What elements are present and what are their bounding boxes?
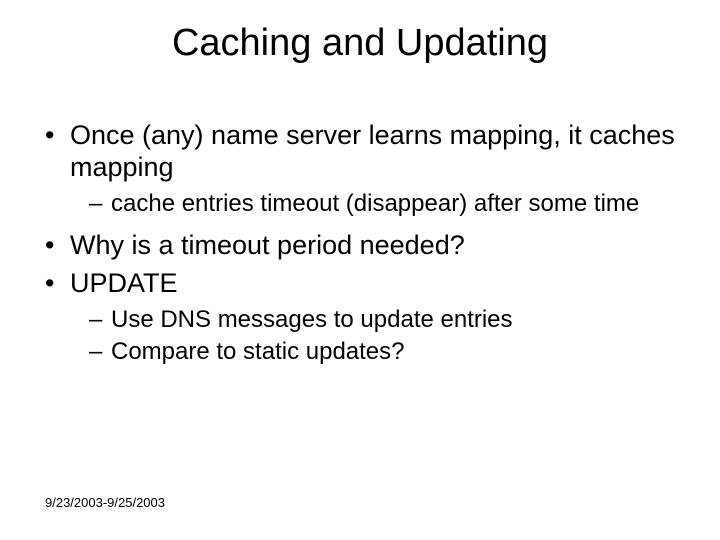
bullet-text: Use DNS messages to update entries [111, 306, 513, 333]
bullet-text: Why is a timeout period needed? [70, 230, 465, 260]
bullet-text: UPDATE [70, 268, 178, 298]
bullet-level1: • Why is a timeout period needed? [45, 230, 680, 262]
bullet-dot-icon: • [45, 230, 54, 262]
spacer [45, 222, 680, 230]
slide-title: Caching and Updating [0, 22, 720, 65]
footer-date: 9/23/2003-9/25/2003 [45, 495, 165, 510]
bullet-level1: • Once (any) name server learns mapping,… [45, 120, 680, 184]
bullet-dash-icon: – [89, 306, 102, 334]
bullet-level2: – Use DNS messages to update entries [45, 306, 680, 334]
bullet-dot-icon: • [45, 268, 54, 300]
bullet-dash-icon: – [89, 338, 102, 366]
bullet-text: Once (any) name server learns mapping, i… [70, 120, 675, 182]
bullet-level1: • UPDATE [45, 268, 680, 300]
bullet-dash-icon: – [89, 190, 102, 218]
bullet-level2: – Compare to static updates? [45, 338, 680, 366]
bullet-dot-icon: • [45, 120, 54, 152]
bullet-text: cache entries timeout (disappear) after … [111, 190, 639, 217]
bullet-text: Compare to static updates? [111, 338, 405, 365]
slide-body: • Once (any) name server learns mapping,… [45, 120, 680, 370]
bullet-level2: – cache entries timeout (disappear) afte… [45, 190, 680, 218]
slide: Caching and Updating • Once (any) name s… [0, 0, 720, 540]
